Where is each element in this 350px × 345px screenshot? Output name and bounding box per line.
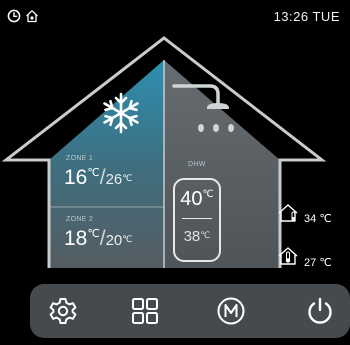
zone1-label: ZONE 1 (66, 155, 94, 162)
manual-mode-icon (217, 297, 245, 325)
outdoor-reading: 27 ℃ (304, 256, 332, 269)
zone2-set-unit: ℃ (87, 228, 100, 240)
outdoor-value: 27 (304, 257, 317, 269)
power-icon (308, 297, 332, 324)
zone2-temperatures[interactable]: 18℃/20℃ (64, 227, 132, 251)
manual-mode-button[interactable] (213, 293, 249, 329)
indoor-reading: 34 ℃ (304, 212, 332, 225)
indoor-value: 34 (304, 213, 317, 225)
zone1-temperatures[interactable]: 16℃/26℃ (64, 166, 132, 190)
dhw-set-unit: ℃ (202, 189, 214, 200)
settings-button[interactable] (45, 293, 81, 329)
zone1-set-unit: ℃ (87, 167, 100, 179)
dhw-actual-temp-row: 38℃ (175, 228, 219, 245)
indoor-temperature-icon (278, 204, 298, 222)
power-button[interactable] (302, 293, 338, 329)
indoor-unit: ℃ (319, 213, 332, 225)
zone2-label: ZONE 2 (66, 216, 94, 223)
zone1-set-temp: 16 (64, 166, 88, 189)
zone2-set-temp: 18 (64, 227, 88, 250)
zone1-actual-temp: 26 (105, 171, 123, 188)
outdoor-unit: ℃ (319, 257, 332, 269)
bottom-nav-bar (30, 284, 350, 338)
outdoor-temperature-icon (278, 247, 298, 265)
dhw-set-temp: 40 (180, 188, 203, 210)
menu-grid-button[interactable] (127, 293, 163, 329)
zone2-actual-unit: ℃ (122, 234, 133, 244)
zone1-actual-unit: ℃ (122, 173, 133, 183)
dhw-temperature-box[interactable]: 40℃ 38℃ (173, 178, 221, 262)
settings-icon (49, 298, 77, 324)
dhw-actual-unit: ℃ (200, 230, 211, 240)
dhw-actual-temp: 38 (183, 228, 201, 245)
menu-grid-icon (132, 298, 158, 324)
dhw-set-temp-row: 40℃ (175, 188, 219, 211)
dhw-divider (182, 218, 212, 219)
dhw-label: DHW (188, 161, 206, 168)
zone2-actual-temp: 20 (105, 232, 123, 249)
